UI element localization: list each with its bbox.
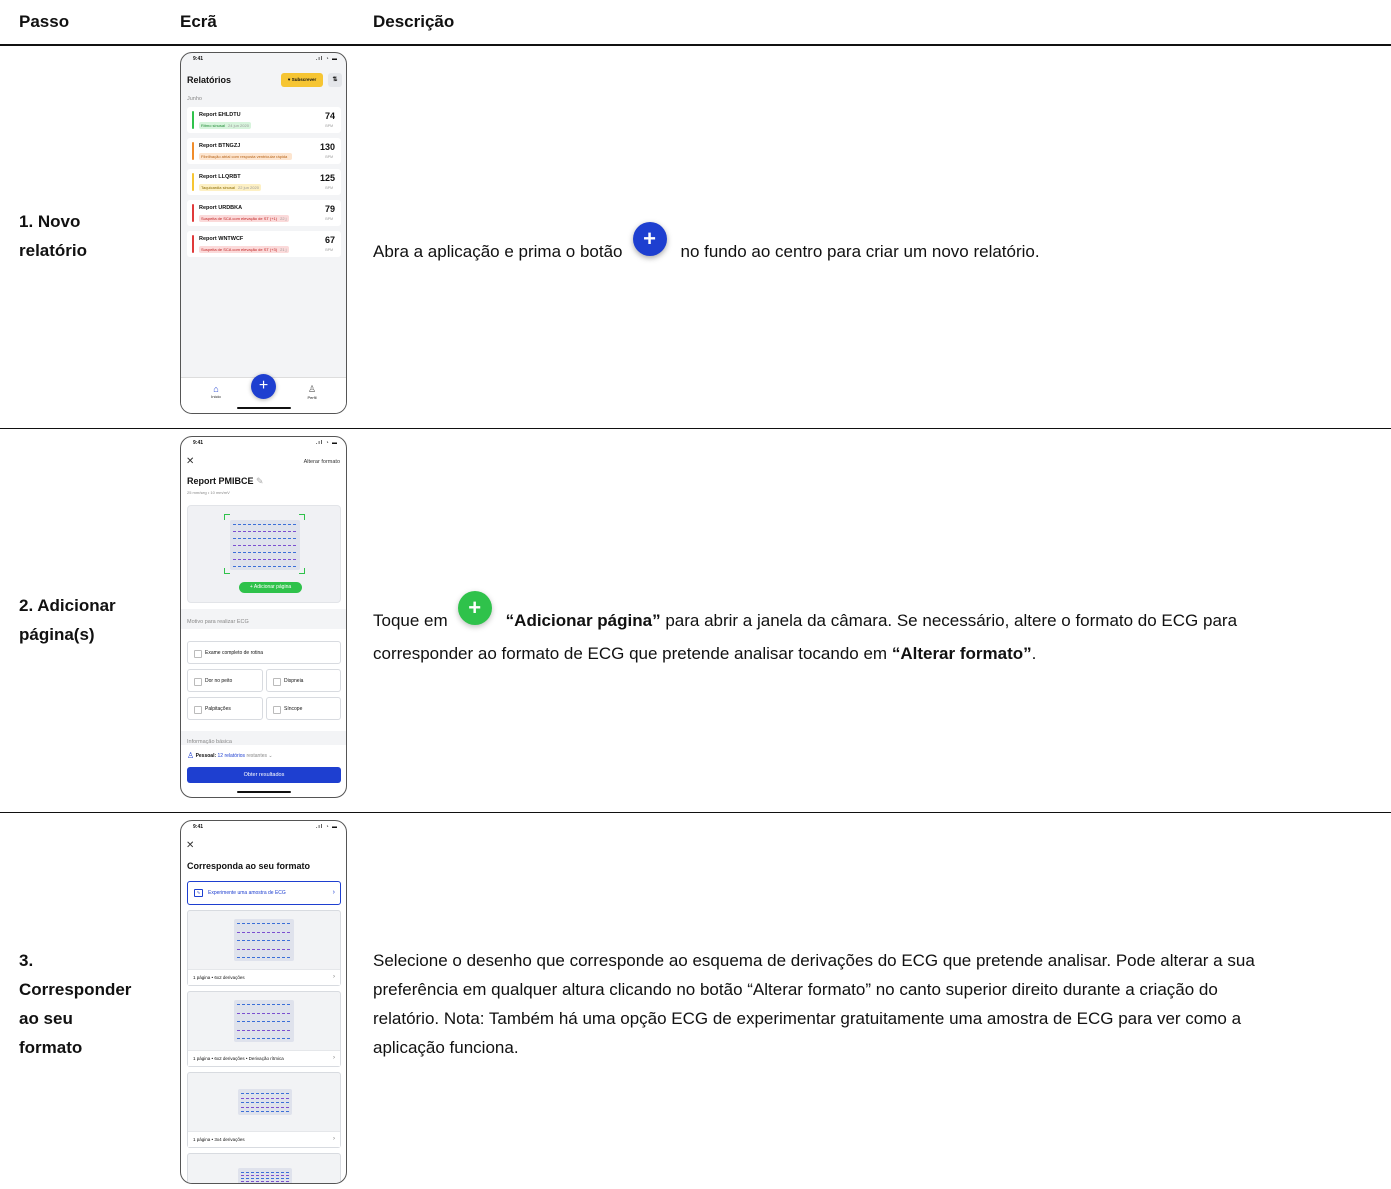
new-report-button[interactable]: +: [251, 374, 276, 399]
pencil-icon: ✎: [256, 476, 264, 486]
report-title: Report PMIBCE ✎: [187, 476, 264, 486]
step-3-description: Selecione o desenho que corresponde ao e…: [373, 951, 1255, 1057]
basic-info-header: Informação básica: [187, 739, 232, 745]
step-1-label: 1. Novo relatório: [19, 212, 88, 260]
plus-circle-icon: +: [457, 591, 492, 625]
option-routine[interactable]: Exame completo de rotina: [187, 641, 341, 664]
subscribe-button[interactable]: ♥ Subscrever: [281, 73, 323, 87]
chevron-right-icon: ›: [333, 1136, 335, 1142]
reports-title: Relatórios: [187, 75, 232, 85]
option-dyspnea[interactable]: Dispneia: [266, 669, 341, 692]
ecg-icon: ∿: [194, 889, 203, 897]
report-list-item[interactable]: Report EHLDTU Ritmo sinusal 24 jun 2020 74 B…: [187, 107, 341, 133]
tab-profile[interactable]: ♙ Perfil: [300, 384, 324, 400]
home-indicator: [237, 407, 291, 409]
change-format-link[interactable]: Alterar formato: [304, 459, 340, 465]
personal-plan-selector[interactable]: ♙ Pessoal: 12 relatórios restantes ⌄: [187, 751, 273, 760]
header-description: Descrição: [373, 12, 455, 31]
tab-home[interactable]: ⌂ Início: [204, 384, 228, 399]
home-indicator: [237, 791, 291, 793]
get-results-button[interactable]: Obter resultados: [187, 767, 341, 783]
report-list-item[interactable]: Report URDBKA Suspeita de SCA com elevaçã…: [187, 200, 341, 226]
header-step: Passo: [19, 12, 70, 31]
reason-header: Motivo para realizar ECG: [187, 619, 249, 625]
format-card[interactable]: 1 página • 6x2 derivações • Derivação rí…: [187, 991, 341, 1067]
report-list-item[interactable]: Report LLQRBT Taquicardia sinusal 22 jun 2…: [187, 169, 341, 195]
row-divider: [0, 428, 1391, 429]
phone-format-screen: 9:41 .ıl ◔ ▬ ✕ Corresponda ao seu formato…: [180, 820, 347, 1184]
chevron-right-icon: ›: [333, 974, 335, 980]
step-1-description: Abra a aplicação e prima o botão+no fund…: [373, 222, 1040, 270]
step-3-label: 3. Corresponder ao seu formato: [19, 951, 132, 1057]
month-label: Junho: [187, 96, 202, 102]
step-2-label: 2. Adicionar página(s): [19, 596, 116, 644]
chevron-right-icon: ›: [332, 889, 335, 896]
chevron-right-icon: ›: [333, 1055, 335, 1061]
format-card[interactable]: 1 página • 3x4 derivações ›: [187, 1072, 341, 1148]
report-list-item[interactable]: Report WNTWCF Suspeita de SCA com elevaçã…: [187, 231, 341, 257]
report-subtitle: 25 mm/seg • 10 mm/mV: [187, 490, 230, 495]
option-chest-pain[interactable]: Dor no peito: [187, 669, 263, 692]
person-icon: ♙: [307, 384, 317, 394]
report-list-item[interactable]: Report BTNGZJ Fibrilhação atrial com resp…: [187, 138, 341, 164]
plus-icon: +: [632, 222, 667, 256]
row-divider: [0, 812, 1391, 813]
camera-preview: + Adicionar página: [187, 505, 341, 603]
ecg-thumbnail: [230, 520, 300, 570]
person-icon: ♙: [187, 751, 195, 760]
format-title: Corresponda ao seu formato: [187, 861, 311, 871]
try-sample-button[interactable]: ∿ Experimente uma amostra de ECG ›: [187, 881, 341, 905]
header-divider: [0, 44, 1391, 46]
status-bar: 9:41 .ıl ◔ ▬: [193, 824, 338, 830]
status-bar: 9:41 .ıl ◔ ▬: [193, 56, 338, 62]
format-card[interactable]: 1 página • 6x2 derivações ›: [187, 910, 341, 986]
phone-reports-screen: 9:41 .ıl ◔ ▬ Relatórios ♥ Subscrever ⇅ Ju…: [180, 52, 347, 414]
close-icon[interactable]: ✕: [186, 840, 194, 851]
add-page-button[interactable]: + Adicionar página: [239, 582, 302, 593]
option-syncope[interactable]: Síncope: [266, 697, 341, 720]
status-bar: 9:41 .ıl ◔ ▬: [193, 440, 338, 446]
format-card[interactable]: [187, 1153, 341, 1183]
phone-add-page-screen: 9:41 .ıl ◔ ▬ ✕ Alterar formato Report PMI…: [180, 436, 347, 798]
option-palpitations[interactable]: Palpitações: [187, 697, 263, 720]
chevron-down-icon: ⌄: [268, 752, 273, 759]
close-icon[interactable]: ✕: [186, 456, 194, 467]
header-screen: Ecrã: [180, 12, 217, 31]
sort-icon[interactable]: ⇅: [328, 73, 342, 87]
step-2-description: Toque em+“Adicionar página” para abrir a…: [373, 591, 1237, 668]
home-icon: ⌂: [213, 384, 219, 394]
